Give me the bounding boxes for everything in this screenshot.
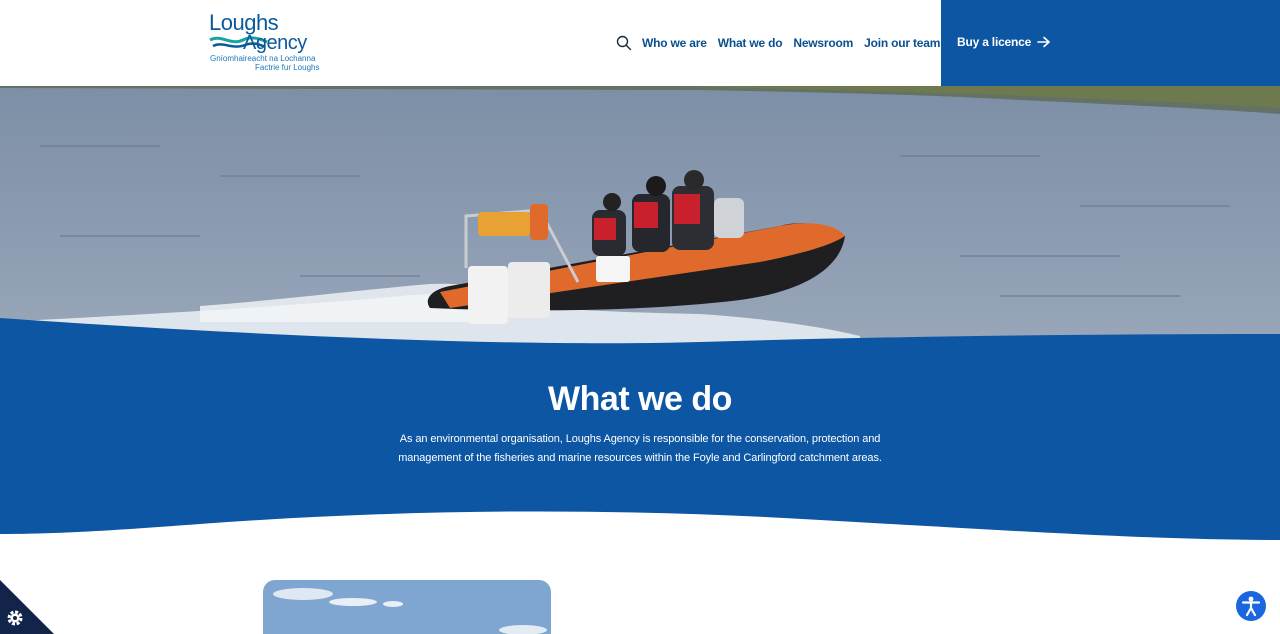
rib-boat-image bbox=[0, 86, 1280, 350]
logo-name-line1: Loughs bbox=[209, 10, 279, 35]
buy-licence-panel: Buy a licence bbox=[941, 0, 1280, 86]
content-card-image[interactable] bbox=[263, 580, 551, 634]
nav-item-join-our-team[interactable]: Join our team bbox=[864, 36, 940, 50]
arrow-right-icon bbox=[1037, 36, 1050, 48]
buy-licence-button[interactable]: Buy a licence bbox=[957, 35, 1051, 49]
search-icon[interactable] bbox=[616, 35, 632, 51]
site-header: Loughs Agency Gníomhaireacht na Lochanna… bbox=[0, 0, 1280, 86]
section-title: What we do bbox=[548, 380, 732, 418]
accessibility-icon bbox=[1241, 596, 1261, 617]
loughs-agency-logo[interactable]: Loughs Agency Gníomhaireacht na Lochanna… bbox=[209, 12, 321, 74]
accessibility-button[interactable] bbox=[1236, 591, 1266, 621]
logo-ulster-scots-name: Factrie fur Loughs bbox=[255, 63, 320, 72]
hero-image bbox=[0, 86, 1280, 350]
logo-irish-name: Gníomhaireacht na Lochanna bbox=[210, 54, 316, 63]
nav-item-what-we-do[interactable]: What we do bbox=[718, 36, 783, 50]
nav-item-newsroom[interactable]: Newsroom bbox=[793, 36, 853, 50]
nav-item-who-we-are[interactable]: Who we are bbox=[642, 36, 707, 50]
section-description: As an environmental organisation, Loughs… bbox=[398, 433, 882, 464]
main-navigation: Who we are What we do Newsroom Join our … bbox=[616, 34, 951, 52]
buy-licence-label: Buy a licence bbox=[957, 35, 1032, 49]
logo-name-line2: Agency bbox=[243, 32, 307, 54]
sky-image bbox=[263, 580, 551, 634]
cookie-settings-button[interactable] bbox=[0, 580, 54, 634]
